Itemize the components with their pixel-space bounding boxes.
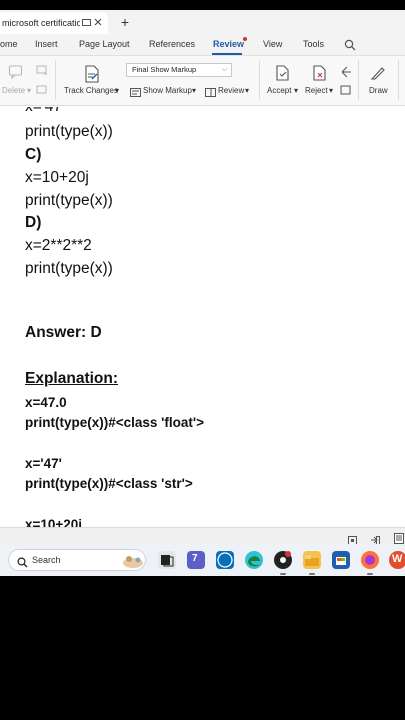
teams-icon[interactable]: 7 [187, 551, 205, 569]
previous-change-icon[interactable] [340, 65, 352, 83]
taskbar-search-box[interactable]: Search [8, 549, 146, 571]
ribbon-divider [398, 60, 399, 100]
doc-line: D) [25, 214, 42, 231]
review-pane-caret-icon[interactable]: ▾ [245, 86, 249, 95]
show-markup-button[interactable]: Show Markup [143, 86, 192, 95]
delete-button[interactable]: Delete [2, 86, 25, 95]
markup-display-select[interactable]: Final Show Markup ⌵ [126, 63, 232, 77]
tab-references[interactable]: References [149, 39, 195, 49]
review-pane-button[interactable]: Review [218, 86, 244, 95]
tab-minimize-icon[interactable] [80, 18, 92, 29]
delete-comment-icon[interactable] [8, 64, 24, 85]
browser-tab[interactable]: microsoft certification [0, 12, 108, 34]
doc-line: print(type(x))#<class 'str'> [25, 476, 193, 491]
draw-button[interactable]: Draw [369, 86, 388, 95]
firefox-icon[interactable] [361, 551, 379, 569]
show-markup-caret-icon[interactable]: ▾ [192, 86, 196, 95]
browser-tab-title: microsoft certification [2, 18, 80, 28]
answer-line: Answer: D [25, 324, 102, 341]
search-highlight-icon [121, 553, 145, 574]
tab-home[interactable]: ome [0, 39, 18, 49]
writer-w-icon: W [392, 553, 403, 565]
doc-line: x=10+20j [25, 169, 89, 186]
dell-icon[interactable] [216, 551, 234, 569]
ribbon-divider [259, 60, 260, 100]
doc-line: print(type(x)) [25, 192, 113, 209]
accept-button[interactable]: Accept [267, 86, 291, 95]
doc-line: x='47' [25, 456, 62, 471]
track-changes-icon[interactable] [84, 65, 100, 88]
pen-icon[interactable] [370, 65, 386, 86]
next-change-icon[interactable] [340, 84, 352, 102]
taskbar: Search 7 W [0, 544, 405, 576]
doc-line: print(type(x)) [25, 123, 113, 140]
store-icon[interactable] [332, 551, 350, 569]
review-ribbon: Delete ▾ Track Changes ▾ Final Show Mark… [0, 56, 405, 106]
search-icon [17, 555, 28, 573]
ribbon-divider [55, 60, 56, 100]
tab-insert[interactable]: Insert [35, 39, 58, 49]
doc-line: print(type(x)) [25, 260, 113, 277]
screen: microsoft certification + ome Insert Pag… [0, 0, 405, 576]
ribbon-search-icon[interactable] [344, 38, 356, 56]
app-running-indicator [280, 573, 286, 575]
reject-icon[interactable] [312, 65, 328, 86]
chrome-icon[interactable] [274, 551, 292, 569]
resolve-comment-icon[interactable] [36, 64, 48, 82]
explanation-heading: Explanation: [25, 370, 119, 387]
delete-caret-icon[interactable]: ▾ [27, 86, 31, 95]
doc-line: x=47.0 [25, 395, 67, 410]
accept-caret-icon[interactable]: ▾ [294, 86, 298, 95]
document-body[interactable]: x='47' print(type(x)) C) x=10+20j print(… [0, 107, 405, 527]
doc-line: x='47' [25, 107, 65, 116]
new-tab-button[interactable]: + [118, 14, 132, 30]
app-running-indicator [309, 573, 315, 575]
tab-tools[interactable]: Tools [303, 39, 324, 49]
search-placeholder: Search [32, 555, 61, 565]
doc-line: print(type(x))#<class 'float'> [25, 415, 204, 430]
doc-line: x=10+20j [25, 517, 83, 527]
track-changes-caret-icon[interactable]: ▾ [115, 86, 119, 95]
markup-select-value: Final Show Markup [132, 65, 197, 74]
teams-badge: 7 [192, 553, 198, 564]
next-comment-icon[interactable] [36, 84, 48, 102]
app-running-indicator [367, 573, 373, 575]
top-strip [0, 0, 405, 10]
track-changes-button[interactable]: Track Changes [64, 86, 118, 95]
status-bar [0, 527, 405, 545]
tab-view[interactable]: View [263, 39, 282, 49]
tab-page-layout[interactable]: Page Layout [79, 39, 130, 49]
ribbon-divider [358, 60, 359, 100]
review-notification-dot [243, 37, 247, 41]
active-tab-indicator [212, 53, 242, 55]
doc-line: C) [25, 146, 42, 163]
show-markup-icon [130, 85, 141, 103]
edge-icon[interactable] [245, 551, 263, 569]
reject-caret-icon[interactable]: ▾ [329, 86, 333, 95]
browser-tab-bar: microsoft certification + [0, 10, 405, 34]
doc-line: x=2**2**2 [25, 237, 92, 254]
reject-button[interactable]: Reject [305, 86, 328, 95]
task-view-icon[interactable] [158, 551, 176, 569]
file-explorer-icon[interactable] [303, 551, 321, 569]
tab-close-icon[interactable] [92, 18, 104, 28]
review-pane-icon [205, 85, 216, 103]
tab-review[interactable]: Review [213, 39, 244, 49]
accept-icon[interactable] [275, 65, 291, 86]
wps-writer-icon[interactable]: W [389, 551, 405, 569]
chevron-down-icon: ⌵ [221, 66, 227, 73]
